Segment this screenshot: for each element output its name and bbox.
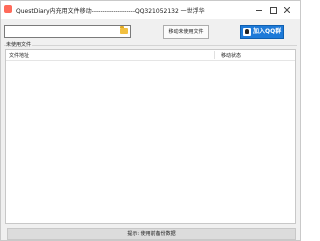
join-qq-group-button[interactable]: 加入QQ群 [240,25,284,39]
path-input[interactable] [6,27,116,36]
path-field [4,25,131,38]
unused-files-list[interactable]: 文件地址 移动状态 [5,49,296,224]
qq-icon [243,28,251,36]
move-unused-files-button[interactable]: 移动未使用文件 [163,25,209,39]
folder-icon[interactable] [120,26,128,34]
window-title: QuestDiary内充用文件移动--------------------QQ3… [16,8,205,15]
join-qq-group-label: 加入QQ群 [253,28,282,35]
close-button[interactable] [281,4,293,16]
unused-files-group-title: 未使用文件 [6,41,33,48]
close-icon [284,7,290,13]
column-divider[interactable] [214,51,215,59]
main-window: QuestDiary内充用文件移动--------------------QQ3… [0,0,301,241]
minimize-button[interactable] [253,4,265,16]
column-header-move-status[interactable]: 移动状态 [221,52,241,59]
group-divider [4,45,297,46]
title-bar[interactable]: QuestDiary内充用文件移动--------------------QQ3… [1,1,300,19]
maximize-button[interactable] [267,4,279,16]
column-header-file-path[interactable]: 文件地址 [9,52,29,59]
status-bar: 提示: 使用前备份数据 [7,228,296,240]
list-header: 文件地址 移动状态 [6,50,295,61]
app-icon [4,5,12,13]
